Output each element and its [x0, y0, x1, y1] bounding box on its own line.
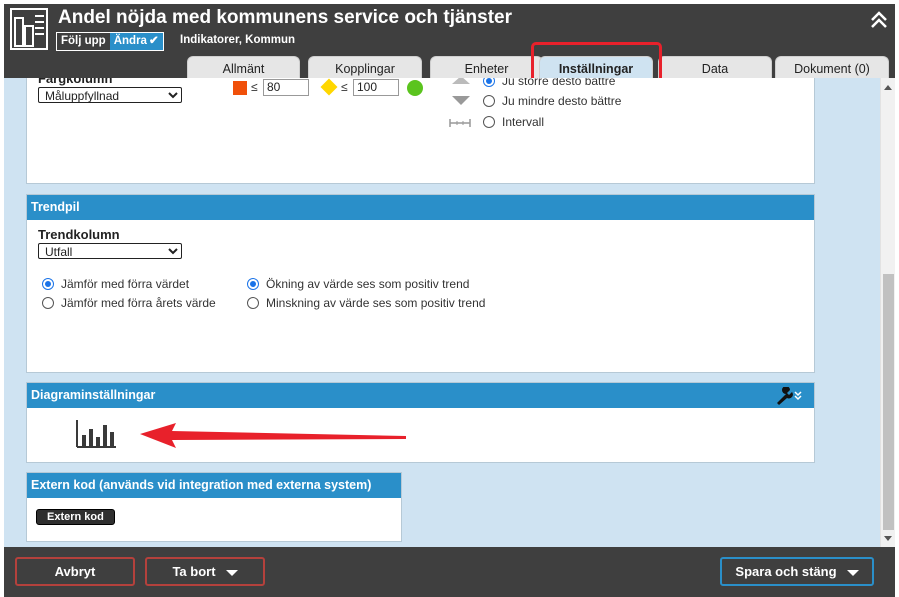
radio-button[interactable] — [483, 78, 495, 87]
radio-button[interactable] — [247, 278, 259, 290]
mode-follow-button[interactable]: Följ upp — [57, 33, 110, 50]
trend-option-decrease-positive[interactable]: Minskning av värde ses som positiv trend — [247, 296, 485, 310]
radio-button[interactable] — [483, 116, 495, 128]
vertical-scrollbar[interactable] — [880, 78, 895, 547]
check-icon: ✔ — [148, 35, 159, 47]
triangle-up-icon — [452, 78, 470, 84]
color-settings-panel: Färgkolumn Måluppfyllnad ≤ 80 ≤ 100 Ju s… — [26, 78, 815, 184]
mode-edit-label: Ändra — [113, 35, 147, 47]
collapse-chevron-icon[interactable] — [869, 10, 889, 30]
radio-button[interactable] — [247, 297, 259, 309]
radio-button[interactable] — [42, 297, 54, 309]
compare-option-label: Jämför med förra årets värde — [61, 296, 216, 310]
breadcrumb: Indikatorer, Kommun — [180, 34, 296, 46]
trend-column-group: Trendkolumn Utfall — [38, 227, 182, 259]
yellow-diamond-icon — [320, 78, 338, 96]
footer-bar: Avbryt Ta bort Spara och stäng — [4, 547, 895, 597]
annotation-arrow — [140, 423, 406, 448]
external-code-button[interactable]: Extern kod — [36, 509, 115, 525]
caret-down-icon — [846, 569, 859, 576]
external-panel-header: Extern kod (används vid integration med … — [27, 473, 401, 498]
external-code-row: Extern kod — [36, 509, 115, 525]
content-area: Färgkolumn Måluppfyllnad ≤ 80 ≤ 100 Ju s… — [4, 78, 895, 547]
cancel-button[interactable]: Avbryt — [15, 557, 135, 586]
radio-button[interactable] — [483, 95, 495, 107]
trend-column-label: Trendkolumn — [38, 227, 120, 242]
triangle-down-icon — [452, 96, 470, 105]
green-circle-icon — [407, 80, 423, 96]
direction-option-label: Intervall — [502, 115, 545, 129]
direction-option-label: Ju större desto bättre — [502, 78, 616, 88]
trend-column-select[interactable]: Utfall — [38, 243, 182, 259]
trend-panel-header: Trendpil — [27, 195, 814, 220]
scroll-up-arrow-icon[interactable] — [884, 85, 892, 90]
compare-option-last-year[interactable]: Jämför med förra årets värde — [42, 296, 216, 310]
direction-options: Ju större desto bättre Ju mindre desto b… — [449, 78, 709, 133]
bar-chart-icon[interactable] — [76, 420, 116, 448]
save-close-label: Spara och stäng — [735, 564, 837, 579]
external-code-panel: Extern kod (används vid integration med … — [26, 472, 402, 542]
caret-down-icon — [225, 569, 238, 576]
mode-edit-button[interactable]: Ändra ✔ — [109, 33, 163, 50]
direction-option-label: Ju mindre desto bättre — [502, 94, 622, 108]
trend-option-label: Ökning av värde ses som positiv trend — [266, 277, 470, 291]
threshold-row: ≤ 80 ≤ 100 — [233, 78, 433, 97]
diagram-panel-title: Diagraminställningar — [31, 388, 156, 402]
threshold-input-1[interactable]: 80 — [263, 79, 309, 96]
color-column-select[interactable]: Måluppfyllnad — [38, 87, 182, 103]
direction-option-interval[interactable]: Intervall — [483, 115, 544, 129]
threshold-input-2[interactable]: 100 — [353, 79, 399, 96]
wrench-expand-icon[interactable] — [774, 387, 804, 405]
scrollbar-thumb[interactable] — [883, 274, 894, 530]
color-column-label: Färgkolumn — [38, 78, 113, 86]
delete-button-label: Ta bort — [172, 564, 216, 579]
trend-option-increase-positive[interactable]: Ökning av värde ses som positiv trend — [247, 277, 469, 291]
lte-symbol: ≤ — [251, 80, 258, 94]
scroll-down-arrow-icon[interactable] — [884, 536, 892, 541]
diagram-panel-header: Diagraminställningar — [27, 383, 814, 408]
direction-option-higher-better[interactable]: Ju större desto bättre — [483, 78, 615, 88]
trend-option-label: Minskning av värde ses som positiv trend — [266, 296, 486, 310]
page-title: Andel nöjda med kommunens service och tj… — [58, 7, 513, 28]
interval-icon — [449, 119, 471, 127]
header: Andel nöjda med kommunens service och tj… — [4, 4, 895, 82]
save-close-button[interactable]: Spara och stäng — [720, 557, 874, 586]
red-square-icon — [233, 81, 247, 95]
color-column-group: Färgkolumn Måluppfyllnad — [38, 78, 182, 103]
lte-symbol: ≤ — [341, 80, 348, 94]
compare-option-previous[interactable]: Jämför med förra värdet — [42, 277, 189, 291]
direction-option-lower-better[interactable]: Ju mindre desto bättre — [483, 94, 621, 108]
delete-button[interactable]: Ta bort — [145, 557, 265, 586]
compare-option-label: Jämför med förra värdet — [61, 277, 190, 291]
radio-button[interactable] — [42, 278, 54, 290]
app-window: Andel nöjda med kommunens service och tj… — [0, 0, 899, 597]
indicator-app-icon — [10, 8, 48, 50]
trend-panel: Trendpil Trendkolumn Utfall Jämför med f… — [26, 194, 815, 373]
mode-toggle: Följ upp Ändra ✔ — [56, 32, 164, 51]
